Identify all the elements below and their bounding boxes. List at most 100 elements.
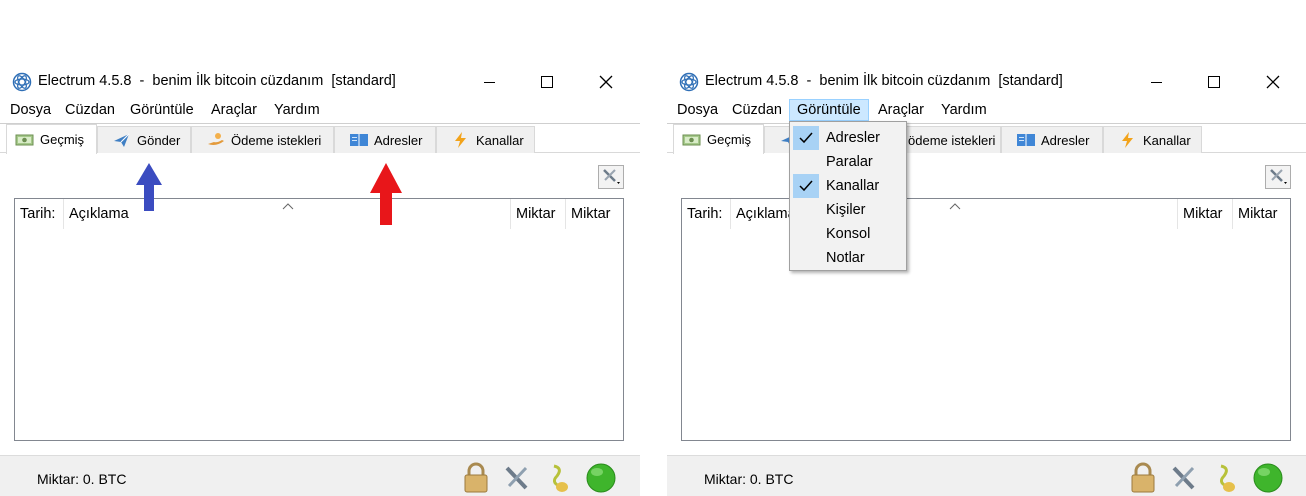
blue-arrow-annotation xyxy=(136,163,162,211)
menu-dosya[interactable]: Dosya xyxy=(676,99,719,121)
history-table[interactable]: Tarih: Açıklama Miktar Miktar xyxy=(681,198,1291,441)
seed-icon[interactable] xyxy=(545,462,575,494)
menu-yardim[interactable]: Yardım xyxy=(940,99,988,121)
menu-bar: Dosya Cüzdan Görüntüle Araçlar Yardım xyxy=(0,99,640,121)
column-header-miktar-2[interactable]: Miktar xyxy=(1233,199,1290,229)
tab-adresler[interactable]: Adresler xyxy=(334,126,436,153)
close-icon xyxy=(1266,75,1280,89)
electrum-window-right: Electrum 4.5.8 - benim İlk bitcoin cüzda… xyxy=(667,65,1306,496)
menu-goruntule[interactable]: Görüntüle xyxy=(789,99,869,121)
column-header-tarih[interactable]: Tarih: xyxy=(682,199,731,229)
tab-gecmis[interactable]: Geçmiş xyxy=(6,124,97,154)
electrum-logo-icon xyxy=(12,72,32,92)
lock-icon[interactable] xyxy=(1128,462,1158,494)
menu-bar: Dosya Cüzdan Görüntüle Araçlar Yardım xyxy=(667,99,1306,121)
view-menu-item-kanallar[interactable]: Kanallar xyxy=(790,174,906,198)
maximize-icon xyxy=(1208,76,1220,88)
tab-label: Ödeme istekleri xyxy=(231,132,322,148)
checkmark-icon xyxy=(793,126,819,150)
tab-label: Adresler xyxy=(1041,132,1090,148)
status-bar: Miktar: 0. BTC xyxy=(667,455,1306,496)
menu-yardim[interactable]: Yardım xyxy=(273,99,321,121)
minimize-icon xyxy=(483,81,495,83)
receive-icon xyxy=(208,133,224,145)
tab-bar: Geçmiş ödeme istekleri Adresler Kanallar xyxy=(667,123,1306,154)
menu-item-label: Kişiler xyxy=(826,202,866,218)
column-header-miktar[interactable]: Miktar xyxy=(1178,199,1233,229)
sort-ascending-icon xyxy=(949,203,961,210)
channels-icon xyxy=(1122,132,1133,148)
minimize-button[interactable] xyxy=(469,69,509,95)
column-header-miktar[interactable]: Miktar xyxy=(511,199,566,229)
tab-kanallar[interactable]: Kanallar xyxy=(436,126,535,153)
menu-item-label: Konsol xyxy=(826,226,871,242)
close-button[interactable] xyxy=(586,69,626,95)
history-icon xyxy=(682,134,701,145)
red-arrow-annotation xyxy=(370,163,402,225)
channels-icon xyxy=(455,132,466,148)
toolbar-settings-button[interactable] xyxy=(598,165,624,189)
view-menu-item-konsol[interactable]: Konsol xyxy=(790,222,906,246)
send-icon xyxy=(114,133,130,147)
toolbar-settings-button[interactable] xyxy=(1265,165,1291,189)
view-menu-item-adresler[interactable]: Adresler xyxy=(790,126,906,150)
view-menu-item-kisiler[interactable]: Kişiler xyxy=(790,198,906,222)
menu-araclar[interactable]: Araçlar xyxy=(877,99,925,121)
maximize-button[interactable] xyxy=(527,69,567,95)
network-status-icon[interactable] xyxy=(1253,462,1283,494)
balance-text: Miktar: 0. BTC xyxy=(704,471,794,487)
menu-cuzdan[interactable]: Cüzdan xyxy=(64,99,116,121)
menu-cuzdan[interactable]: Cüzdan xyxy=(731,99,783,121)
tab-label: ödeme istekleri xyxy=(908,132,996,148)
close-icon xyxy=(599,75,613,89)
close-button[interactable] xyxy=(1253,69,1293,95)
tab-adresler[interactable]: Adresler xyxy=(1001,126,1103,153)
tools-icon[interactable] xyxy=(502,462,532,494)
title-bar: Electrum 4.5.8 - benim İlk bitcoin cüzda… xyxy=(667,65,1306,99)
menu-item-label: Adresler xyxy=(826,130,880,146)
tab-label: Kanallar xyxy=(1143,132,1191,148)
menu-item-label: Paralar xyxy=(826,154,873,170)
tab-gonder[interactable]: Gönder xyxy=(97,126,191,153)
menu-dosya[interactable]: Dosya xyxy=(9,99,52,121)
tab-odeme-istekleri[interactable]: Ödeme istekleri xyxy=(191,126,334,153)
tools-icon xyxy=(1270,169,1287,184)
maximize-icon xyxy=(541,76,553,88)
minimize-icon xyxy=(1150,81,1162,83)
window-title: Electrum 4.5.8 - benim İlk bitcoin cüzda… xyxy=(705,73,1063,89)
lock-icon[interactable] xyxy=(461,462,491,494)
seed-icon[interactable] xyxy=(1212,462,1242,494)
sort-ascending-icon xyxy=(282,203,294,210)
view-menu-item-notlar[interactable]: Notlar xyxy=(790,246,906,270)
window-title: Electrum 4.5.8 - benim İlk bitcoin cüzda… xyxy=(38,73,396,89)
column-header-tarih[interactable]: Tarih: xyxy=(15,199,64,229)
electrum-window-left: Electrum 4.5.8 - benim İlk bitcoin cüzda… xyxy=(0,65,640,496)
checkmark-icon xyxy=(793,174,819,198)
minimize-button[interactable] xyxy=(1136,69,1176,95)
title-bar: Electrum 4.5.8 - benim İlk bitcoin cüzda… xyxy=(0,65,640,99)
view-menu-dropdown: Adresler Paralar Kanallar Kişiler Konsol… xyxy=(789,121,907,271)
electrum-logo-icon xyxy=(679,72,699,92)
menu-araclar[interactable]: Araçlar xyxy=(210,99,258,121)
status-bar: Miktar: 0. BTC xyxy=(0,455,640,496)
tab-label: Adresler xyxy=(374,132,423,148)
tab-label: Geçmiş xyxy=(40,132,85,147)
tab-kanallar[interactable]: Kanallar xyxy=(1103,126,1202,153)
tools-icon[interactable] xyxy=(1169,462,1199,494)
menu-item-label: Notlar xyxy=(826,250,865,266)
tools-icon xyxy=(603,169,620,184)
menu-item-label: Kanallar xyxy=(826,178,880,194)
view-menu-item-paralar[interactable]: Paralar xyxy=(790,150,906,174)
tab-gecmis[interactable]: Geçmiş xyxy=(673,124,764,154)
addresses-icon xyxy=(1017,134,1035,146)
menu-goruntule[interactable]: Görüntüle xyxy=(129,99,195,121)
maximize-button[interactable] xyxy=(1194,69,1234,95)
column-header-miktar-2[interactable]: Miktar xyxy=(566,199,623,229)
tab-label: Kanallar xyxy=(476,132,524,148)
tab-label: Gönder xyxy=(137,132,181,148)
balance-text: Miktar: 0. BTC xyxy=(37,471,127,487)
addresses-icon xyxy=(350,134,368,146)
network-status-icon[interactable] xyxy=(586,462,616,494)
history-table[interactable]: Tarih: Açıklama Miktar Miktar xyxy=(14,198,624,441)
history-icon xyxy=(15,134,34,145)
